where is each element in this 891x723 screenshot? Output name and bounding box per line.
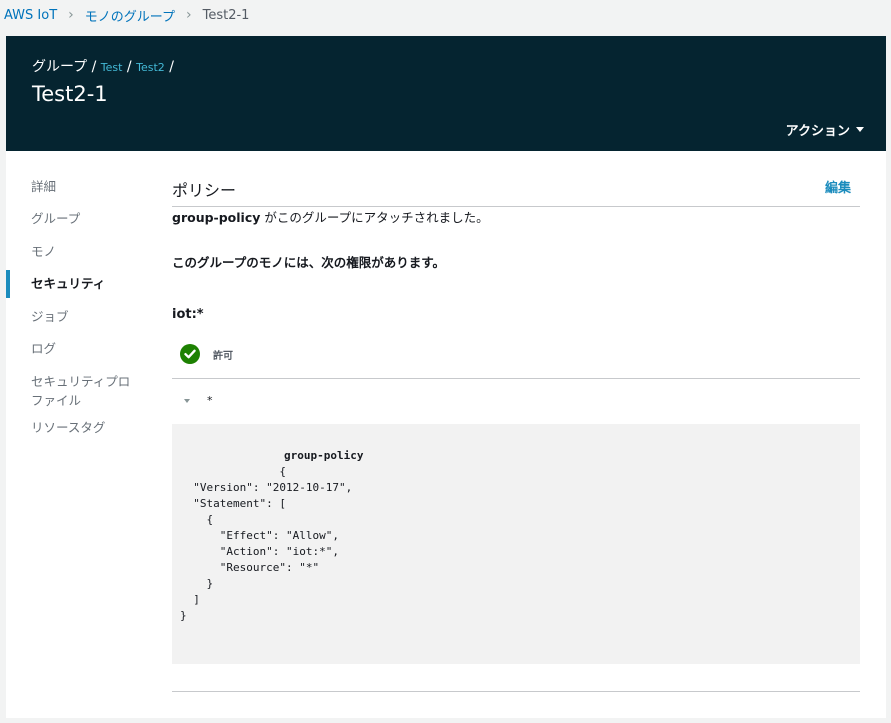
breadcrumb-link-thing-groups[interactable]: モノのグループ	[85, 6, 175, 25]
group-path-link-test[interactable]: Test	[101, 61, 123, 74]
effect-status: 許可	[180, 344, 233, 364]
permissions-heading: このグループのモノには、次の権限があります。	[172, 255, 446, 270]
actions-label: アクション	[785, 124, 850, 139]
group-path-link-test2[interactable]: Test2	[136, 61, 165, 74]
caret-down-icon	[184, 398, 190, 403]
breadcrumb: AWS IoT › モノのグループ › Test2-1	[0, 0, 891, 30]
breadcrumb-current: Test2-1	[202, 7, 250, 23]
policy-json: { "Version": "2012-10-17", "Statement": …	[180, 465, 353, 622]
main-panel: 詳細 グループ モノ セキュリティ ジョブ ログ セキュリティプロファイル リソ…	[6, 151, 886, 718]
policy-action: iot:*	[172, 307, 204, 322]
page-header: グループ / Test / Test2 / Test2-1 アクション	[6, 36, 886, 151]
policy-section: ポリシー 編集 group-policy がこのグループにアタッチされました。 …	[172, 151, 860, 718]
nav-item-security[interactable]: セキュリティ	[6, 270, 106, 298]
nav-item-groups[interactable]: グループ	[6, 210, 80, 228]
nav-item-jobs[interactable]: ジョブ	[6, 308, 69, 326]
group-path: グループ / Test / Test2 /	[32, 59, 174, 75]
edit-button[interactable]: 編集	[825, 177, 851, 196]
attached-policy-name[interactable]: group-policy	[172, 210, 260, 225]
active-indicator	[6, 270, 10, 298]
divider	[172, 691, 860, 692]
nav-item-security-label: セキュリティ	[31, 276, 106, 291]
nav-item-logs[interactable]: ログ	[6, 340, 56, 358]
check-circle-icon	[180, 344, 200, 364]
attached-policy-text: group-policy がこのグループにアタッチされました。	[172, 207, 489, 226]
chevron-right-icon: ›	[186, 7, 192, 23]
page-title: Test2-1	[32, 82, 108, 106]
chevron-right-icon: ›	[68, 7, 74, 23]
caret-down-icon	[856, 127, 864, 132]
nav-item-security-profiles[interactable]: セキュリティプロファイル	[6, 372, 131, 410]
nav-item-resource-tags[interactable]: リソースタグ	[6, 419, 105, 437]
section-title: ポリシー	[172, 181, 237, 200]
nav-item-details[interactable]: 詳細	[6, 178, 56, 196]
actions-dropdown-button[interactable]: アクション	[786, 120, 864, 139]
policy-document: group-policy { "Version": "2012-10-17", …	[172, 424, 860, 664]
resource-value: *	[207, 394, 213, 407]
group-path-root: グループ	[32, 59, 88, 75]
divider	[172, 378, 860, 379]
attached-policy-message: がこのグループにアタッチされました。	[260, 210, 489, 225]
nav-item-things[interactable]: モノ	[6, 243, 56, 261]
breadcrumb-link-aws-iot[interactable]: AWS IoT	[4, 8, 57, 23]
effect-label: 許可	[213, 350, 233, 362]
policy-document-body: { "Version": "2012-10-17", "Statement": …	[180, 448, 352, 624]
resource-toggle[interactable]: *	[184, 394, 213, 407]
